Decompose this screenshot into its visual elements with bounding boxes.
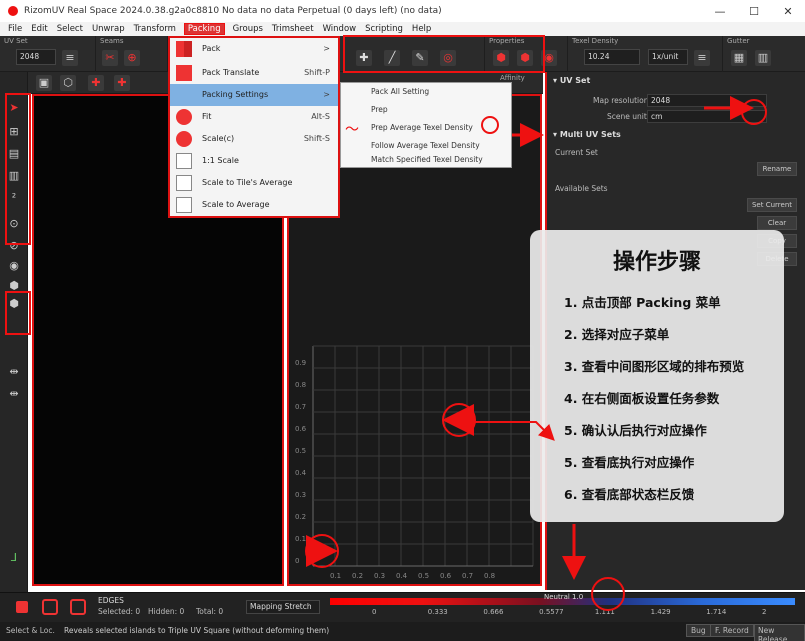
submenu-circle-marker — [481, 116, 499, 134]
toolbar-highlight-box — [343, 35, 545, 73]
app-window: RizomUV Real Space 2024.0.38.g2a0c8810 N… — [0, 0, 805, 641]
mirror-tools-highlight-box — [5, 291, 31, 335]
viewport-to-steps-arrow — [475, 421, 555, 441]
scale-circle-marker — [591, 577, 625, 611]
map-resolution-circle-marker — [741, 99, 767, 125]
left-tools-highlight-box — [5, 93, 31, 245]
annotation-overlay — [5, 35, 767, 611]
